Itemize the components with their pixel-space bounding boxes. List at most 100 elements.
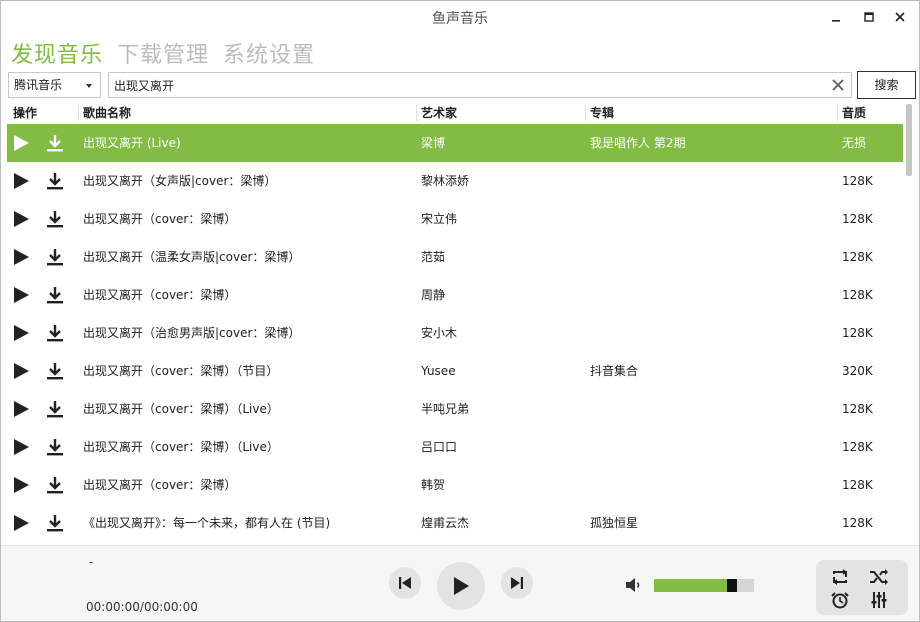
chevron-down-icon xyxy=(86,84,92,88)
song-title: 出现又离开（cover：梁博）（节目） xyxy=(83,364,279,378)
play-icon[interactable] xyxy=(13,135,29,151)
minimize-button[interactable] xyxy=(825,7,847,27)
table-header: 操作 歌曲名称 艺术家 专辑 音质 xyxy=(7,102,903,124)
play-icon[interactable] xyxy=(13,287,29,303)
table-row[interactable]: 出现又离开（温柔女声版|cover：梁博） 范茹 128K xyxy=(7,238,903,276)
table-row[interactable]: 出现又离开（治愈男声版|cover：梁博） 安小木 128K xyxy=(7,314,903,352)
quality-value: 无损 xyxy=(842,136,867,150)
artist-name: 煌甫云杰 xyxy=(421,516,470,530)
download-icon[interactable] xyxy=(46,286,64,304)
equalizer-icon[interactable] xyxy=(869,591,889,609)
column-divider[interactable] xyxy=(585,105,586,121)
play-icon[interactable] xyxy=(13,439,29,455)
play-icon[interactable] xyxy=(13,401,29,417)
album-name: 孤独恒星 xyxy=(590,516,639,530)
music-source-value: 腾讯音乐 xyxy=(14,78,63,92)
tab-discover-music[interactable]: 发现音乐 xyxy=(11,37,103,69)
window-title: 鱼声音乐 xyxy=(432,11,488,27)
column-header-song[interactable]: 歌曲名称 xyxy=(83,102,131,124)
artist-name: 宋立伟 xyxy=(421,212,458,226)
song-title: 《出现又离开》：每一个未来，都有人在 (节目) xyxy=(83,516,331,530)
column-header-album[interactable]: 专辑 xyxy=(590,102,614,124)
song-title: 出现又离开（cover：梁博） xyxy=(83,478,237,492)
album-name xyxy=(590,390,830,428)
album-name xyxy=(590,314,830,352)
play-icon[interactable] xyxy=(13,363,29,379)
play-pause-button[interactable] xyxy=(437,562,485,610)
song-title: 出现又离开（cover：梁博） xyxy=(83,212,237,226)
quality-value: 128K xyxy=(842,250,873,264)
artist-name: 韩贺 xyxy=(421,478,446,492)
maximize-button[interactable] xyxy=(858,7,880,27)
artist-name: 周静 xyxy=(421,288,446,302)
volume-level xyxy=(654,579,727,592)
artist-name: 半吨兄弟 xyxy=(421,402,470,416)
search-box xyxy=(108,72,852,98)
quality-value: 128K xyxy=(842,478,873,492)
table-row[interactable]: 出现又离开（cover：梁博）（节目） Yusee 抖音集合 320K xyxy=(7,352,903,390)
repeat-icon[interactable] xyxy=(830,568,850,586)
quality-value: 320K xyxy=(842,364,873,378)
album-name: 我是唱作人 第2期 xyxy=(590,136,686,150)
volume-slider[interactable] xyxy=(654,579,754,592)
table-row[interactable]: 《出现又离开》：每一个未来，都有人在 (节目) 煌甫云杰 孤独恒星 128K xyxy=(7,504,903,542)
maximize-icon xyxy=(864,12,874,22)
download-icon[interactable] xyxy=(46,324,64,342)
table-row[interactable]: 出现又离开（cover：梁博） 周静 128K xyxy=(7,276,903,314)
search-button[interactable]: 搜索 xyxy=(857,71,916,99)
quality-value: 128K xyxy=(842,516,873,530)
table-row[interactable]: 出现又离开（女声版|cover：梁博） 黎林添娇 128K xyxy=(7,162,903,200)
download-icon[interactable] xyxy=(46,438,64,456)
search-input[interactable] xyxy=(114,74,814,96)
column-divider[interactable] xyxy=(837,105,838,121)
play-icon[interactable] xyxy=(13,477,29,493)
results-scrollbar[interactable] xyxy=(906,104,912,176)
alarm-icon[interactable] xyxy=(830,591,850,609)
download-icon[interactable] xyxy=(46,172,64,190)
playback-time: 00:00:00/00:00:00 xyxy=(86,600,198,614)
download-icon[interactable] xyxy=(46,362,64,380)
clear-search-icon[interactable] xyxy=(831,78,845,92)
previous-button[interactable] xyxy=(389,567,421,599)
artist-name: 安小木 xyxy=(421,326,458,340)
column-divider[interactable] xyxy=(416,105,417,121)
music-source-select[interactable]: 腾讯音乐 xyxy=(8,72,101,98)
table-row[interactable]: 出现又离开（cover：梁博） 宋立伟 128K xyxy=(7,200,903,238)
download-icon[interactable] xyxy=(46,400,64,418)
album-name: 抖音集合 xyxy=(590,364,639,378)
now-playing-title: - xyxy=(89,555,94,569)
volume-icon[interactable] xyxy=(625,576,643,594)
tab-download-manager[interactable]: 下载管理 xyxy=(117,37,209,69)
quality-value: 128K xyxy=(842,402,873,416)
shuffle-icon[interactable] xyxy=(869,568,889,586)
play-icon[interactable] xyxy=(13,211,29,227)
play-icon[interactable] xyxy=(13,249,29,265)
table-row[interactable]: 出现又离开（cover：梁博）（Live） 吕口口 128K xyxy=(7,428,903,466)
quality-value: 128K xyxy=(842,212,873,226)
column-header-quality[interactable]: 音质 xyxy=(842,102,866,124)
song-title: 出现又离开（温柔女声版|cover：梁博） xyxy=(83,250,301,264)
download-icon[interactable] xyxy=(46,210,64,228)
column-divider[interactable] xyxy=(78,105,79,121)
album-name xyxy=(590,466,830,504)
play-icon[interactable] xyxy=(13,325,29,341)
table-row[interactable]: 出现又离开（cover：梁博）（Live） 半吨兄弟 128K xyxy=(7,390,903,428)
download-icon[interactable] xyxy=(46,248,64,266)
tab-system-settings[interactable]: 系统设置 xyxy=(223,37,315,69)
minimize-icon xyxy=(832,20,840,22)
next-button[interactable] xyxy=(501,567,533,599)
column-header-artist[interactable]: 艺术家 xyxy=(421,102,457,124)
download-icon[interactable] xyxy=(46,476,64,494)
quality-value: 128K xyxy=(842,174,873,188)
download-icon[interactable] xyxy=(46,134,64,152)
table-row[interactable]: 出现又离开（cover：梁博） 韩贺 128K xyxy=(7,466,903,504)
volume-handle[interactable] xyxy=(727,579,737,592)
close-button[interactable] xyxy=(889,7,911,27)
play-icon[interactable] xyxy=(13,515,29,531)
table-row[interactable]: 出现又离开 (Live) 梁博 我是唱作人 第2期 无损 xyxy=(7,124,903,162)
play-icon[interactable] xyxy=(13,173,29,189)
download-icon[interactable] xyxy=(46,514,64,532)
song-title: 出现又离开 (Live) xyxy=(83,136,181,150)
quality-value: 128K xyxy=(842,288,873,302)
artist-name: 范茹 xyxy=(421,250,446,264)
